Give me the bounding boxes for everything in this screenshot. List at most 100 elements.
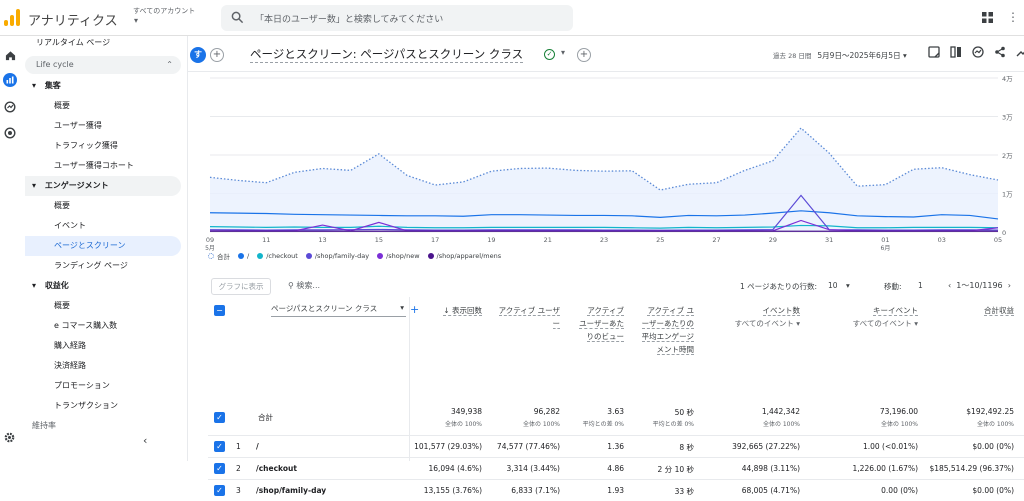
apps-icon[interactable] — [982, 12, 993, 23]
collapse-sidebar-icon[interactable]: ‹ — [143, 434, 147, 447]
line-chart: 4万 3万 2万 1万 0 09 5月 11 13 15 17 19 21 23 25 27 29 31 01 6月 0… — [188, 72, 1024, 272]
table-row[interactable]: ✓ 1 / 101,577 (29.03%) 74,577 (77.46%) 1… — [208, 435, 1024, 457]
total-event-count: 1,442,342 — [761, 407, 800, 416]
row-revenue: $0.00 (0%) — [972, 486, 1014, 495]
goto-input[interactable]: 1 — [918, 281, 923, 290]
row-path[interactable]: /shop/family-day — [256, 486, 326, 495]
sidebar-item-transactions[interactable]: トランザクション — [54, 396, 118, 416]
total-revenue: $192,492.25 — [966, 407, 1014, 416]
date-range-picker[interactable]: 過去 28 日間 5月9日～2025年6月5日 ▾ — [773, 50, 907, 61]
legend-item[interactable]: /shop/family-day — [305, 251, 369, 261]
settings-gear-icon[interactable] — [3, 431, 16, 444]
col-sublabel[interactable]: すべてのイベント ▾ — [716, 317, 800, 330]
row-checkbox[interactable]: ✓ — [214, 463, 225, 474]
sidebar-item-promotions[interactable]: プロモーション — [54, 376, 110, 396]
x-tick-label: 11 — [262, 236, 270, 244]
goto-label: 移動: — [884, 282, 902, 291]
sidebar-item-checkout-journey[interactable]: 決済経路 — [54, 356, 86, 376]
edit-report-icon[interactable] — [928, 46, 940, 58]
add-filter-icon[interactable]: + — [577, 48, 591, 62]
col-header-active-users[interactable]: アクティブ ユーザー — [498, 304, 560, 330]
compare-icon[interactable] — [950, 46, 962, 58]
insights-icon[interactable] — [972, 46, 984, 58]
sidebar-item-retention[interactable]: 維持率 — [32, 416, 56, 436]
row-path[interactable]: /checkout — [256, 464, 297, 473]
row-checkbox[interactable]: ✓ — [214, 485, 225, 496]
advertising-icon[interactable] — [3, 126, 17, 140]
table-search-input[interactable]: 検索... — [296, 281, 320, 290]
row-checkbox[interactable]: ✓ — [214, 441, 225, 452]
legend-item[interactable]: 合計 — [208, 251, 230, 261]
add-comparison-icon[interactable]: + — [210, 48, 224, 62]
comparison-chip[interactable]: す — [190, 47, 206, 63]
search-icon — [231, 11, 244, 24]
totals-checkbox[interactable]: ✓ — [214, 412, 225, 423]
row-path[interactable]: / — [256, 442, 259, 451]
search-bar[interactable]: 「本日のユーザー数」と検索してみてください — [221, 5, 573, 31]
table-row[interactable]: ✓ 2 /checkout 16,094 (4.6%) 3,314 (3.44%… — [208, 457, 1024, 479]
account-label[interactable]: すべてのアカウント — [133, 6, 195, 16]
sidebar-item-ecommerce[interactable]: e コマース購入数 — [54, 316, 117, 336]
top-bar: アナリティクス すべてのアカウント ▾ 「本日のユーザー数」と検索してみてくださ… — [0, 0, 1024, 36]
report-header: す + ページとスクリーン: ページパスとスクリーン クラス ✓ ▾ + 過去 … — [188, 36, 1024, 72]
y-tick-label: 4万 — [1002, 75, 1013, 83]
sidebar-item-traffic-acquisition[interactable]: トラフィック獲得 — [54, 136, 118, 156]
table-search[interactable]: ⚲ 検索... — [288, 280, 320, 291]
rows-per-page-select[interactable]: 10 ▾ — [828, 281, 850, 290]
col-header-views-per-user[interactable]: アクティブ ユーザーあたりのビュー — [578, 304, 624, 343]
plot-rows-button[interactable]: グラフに表示 — [211, 278, 271, 295]
legend-item[interactable]: /shop/apparel/mens — [427, 251, 501, 261]
sidebar-item-acquisition-cohort[interactable]: ユーザー獲得コホート — [54, 156, 134, 176]
legend-item[interactable]: / — [238, 251, 249, 261]
col-header-views[interactable]: ↓ 表示回数 — [418, 304, 482, 317]
sidebar-item-purchase-journey[interactable]: 購入経路 — [54, 336, 86, 356]
lifecycle-header[interactable]: Life cycle ⌃ — [25, 56, 181, 74]
sidebar-item-events[interactable]: イベント — [54, 216, 86, 236]
legend-item[interactable]: /shop/new — [377, 251, 420, 261]
chevron-down-icon: ▾ — [400, 303, 404, 312]
sidebar-group-acquisition[interactable]: ▾ 集客 — [32, 76, 61, 96]
legend-item[interactable]: /checkout — [257, 251, 298, 261]
sidebar-item-user-acquisition[interactable]: ユーザー獲得 — [54, 116, 102, 136]
chevron-down-icon[interactable]: ▾ — [561, 48, 565, 57]
table-toolbar: グラフに表示 ⚲ 検索... 1 ページあたりの行数: 10 ▾ 移動: 1 ‹… — [208, 277, 1024, 297]
sidebar-item-eng-overview[interactable]: 概要 — [54, 196, 70, 216]
explore-icon[interactable] — [3, 100, 17, 114]
search-input[interactable]: 「本日のユーザー数」と検索してみてください — [255, 12, 443, 25]
dimension-selector[interactable]: ページパスとスクリーン クラス ▾ — [271, 303, 406, 317]
select-all-checkbox[interactable]: − — [214, 305, 225, 316]
col-header-key-events[interactable]: キーイベント すべてのイベント ▾ — [820, 304, 918, 330]
home-icon[interactable] — [3, 48, 17, 62]
sidebar-group-engagement[interactable]: ▾ エンゲージメント — [32, 176, 109, 196]
trend-icon[interactable] — [1016, 46, 1024, 58]
col-sublabel[interactable]: すべてのイベント ▾ — [820, 317, 918, 330]
sidebar-item-mon-overview[interactable]: 概要 — [54, 296, 70, 316]
sidebar-item-pages-screens[interactable]: ページとスクリーン — [54, 236, 125, 256]
page-title: ページとスクリーン: ページパスとスクリーン クラス — [250, 47, 524, 63]
rows-per-page-value: 10 — [828, 281, 838, 290]
analytics-logo[interactable] — [4, 8, 20, 26]
col-header-total-revenue[interactable]: 合計収益 — [938, 304, 1014, 317]
sidebar-item-landing-page[interactable]: ランディング ページ — [54, 256, 128, 276]
totals-row: ✓ 合計 349,938 全体の 100% 96,282 全体の 100% 3.… — [208, 397, 1024, 435]
table-row[interactable]: ✓ 3 /shop/family-day 13,155 (3.76%) 6,83… — [208, 479, 1024, 501]
row-revenue: $0.00 (0%) — [972, 442, 1014, 451]
header-actions — [928, 46, 1024, 58]
share-icon[interactable] — [994, 46, 1006, 58]
reports-icon[interactable] — [3, 73, 17, 87]
caret-down-icon: ▾ — [32, 81, 39, 90]
x-tick-label: 21 — [544, 236, 552, 244]
row-revenue: $185,514.29 (96.37%) — [929, 464, 1014, 473]
row-index: 3 — [236, 486, 241, 495]
y-tick-label: 1万 — [1002, 191, 1013, 199]
sidebar-item-acq-overview[interactable]: 概要 — [54, 96, 70, 116]
sidebar-group-monetization[interactable]: ▾ 収益化 — [32, 276, 69, 296]
sidebar-item-realtime[interactable]: リアルタイム ページ — [36, 36, 110, 53]
caret-down-icon[interactable]: ▾ — [134, 16, 138, 25]
col-header-event-count[interactable]: イベント数 すべてのイベント ▾ — [716, 304, 800, 330]
col-header-avg-engagement[interactable]: アクティブ ユーザーあたりの平均エンゲージメント時間 — [640, 304, 694, 356]
main-content: す + ページとスクリーン: ページパスとスクリーン クラス ✓ ▾ + 過去 … — [188, 36, 1024, 496]
next-page-icon[interactable]: › — [1008, 281, 1011, 290]
more-vert-icon[interactable]: ⋮ — [1007, 10, 1019, 24]
prev-page-icon[interactable]: ‹ — [948, 281, 951, 290]
